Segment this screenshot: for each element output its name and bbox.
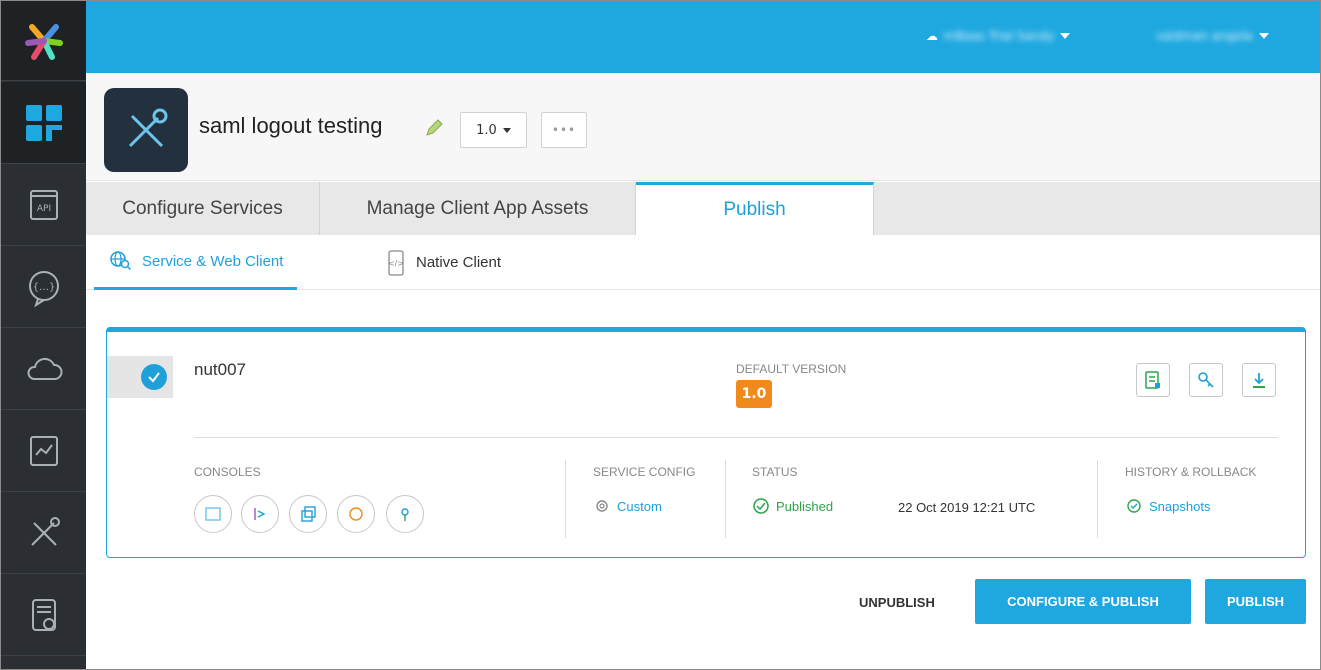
chat-code-icon: {…} [28, 270, 59, 307]
consoles-label: CONSOLES [194, 465, 261, 479]
broadcast-icon [401, 508, 409, 521]
history-icon [1127, 499, 1141, 513]
gear-icon [596, 500, 608, 512]
edit-pencil-icon[interactable] [423, 117, 445, 139]
cloud-icon: ☁ [926, 29, 938, 43]
more-options-button[interactable]: ••• [541, 112, 587, 148]
status-label: STATUS [752, 465, 798, 479]
main-tabs: Configure Services Manage Client App Ass… [86, 182, 1320, 235]
kony-logo-icon [24, 23, 63, 60]
sidebar-item-dashboard[interactable] [1, 82, 86, 164]
document-settings-button[interactable] [1136, 363, 1170, 397]
tab-publish[interactable]: Publish [636, 182, 874, 235]
user-name: vaidman angela [1156, 29, 1253, 43]
status-value: Published [776, 498, 834, 514]
service-config-link[interactable]: Custom [593, 497, 662, 515]
select-service-checkbox[interactable] [107, 356, 173, 398]
unpublish-button[interactable]: UNPUBLISH [859, 595, 935, 610]
history-value: Snapshots [1149, 498, 1211, 514]
app-frame: API {…} ☁ mBaas Trial Sandy vaidman ange… [0, 0, 1321, 670]
app-header: saml logout testing 1.0 ••• [86, 73, 1320, 181]
section-divider [725, 460, 726, 538]
top-bar: ☁ mBaas Trial Sandy vaidman angela [86, 1, 1320, 73]
user-menu[interactable]: vaidman angela [1156, 29, 1269, 43]
api-icon: API [29, 189, 58, 220]
history-label: HISTORY & ROLLBACK [1125, 465, 1257, 479]
sidebar-item-services[interactable]: {…} [1, 246, 86, 328]
sidebar-item-cloud[interactable] [1, 328, 86, 410]
console-button-copy[interactable] [289, 495, 327, 533]
cloud-account-menu[interactable]: ☁ mBaas Trial Sandy [926, 29, 1071, 43]
section-divider [565, 460, 566, 538]
mobile-code-icon: </> [388, 249, 404, 276]
chevron-down-icon [1060, 33, 1071, 39]
version-badge: 1.0 [736, 380, 772, 408]
subtab-label: Native Client [416, 254, 502, 271]
cloud-icon [27, 357, 62, 380]
brand-logo[interactable] [1, 1, 86, 81]
console-button-broadcast[interactable] [386, 495, 424, 533]
tab-manage-client-app-assets[interactable]: Manage Client App Assets [320, 182, 636, 235]
section-divider [1097, 460, 1098, 538]
app-icon [104, 88, 188, 172]
dashboard-icon [25, 104, 62, 141]
svg-text:{…}: {…} [32, 282, 55, 293]
snapshots-link[interactable]: Snapshots [1125, 497, 1210, 515]
service-config-value: Custom [617, 498, 662, 514]
cloud-account-name: mBaas Trial Sandy [944, 29, 1055, 43]
api-console-icon [205, 507, 221, 521]
download-button[interactable] [1242, 363, 1276, 397]
sub-tabs: Service & Web Client </> Native Client [86, 235, 1320, 290]
copy-icon [301, 506, 316, 522]
key-icon [1198, 372, 1214, 388]
sync-icon [349, 507, 363, 521]
key-button[interactable] [1189, 363, 1223, 397]
version-dropdown[interactable]: 1.0 [460, 112, 527, 148]
tools-icon [30, 516, 60, 546]
svg-text:</>: </> [388, 259, 404, 268]
service-config-label: SERVICE CONFIG [593, 465, 696, 479]
document-list-icon [1145, 371, 1160, 389]
status-indicator: Published [752, 497, 833, 515]
publish-button[interactable]: PUBLISH [1205, 579, 1306, 624]
check-icon [141, 364, 167, 390]
configure-publish-button[interactable]: CONFIGURE & PUBLISH [975, 579, 1191, 624]
sidebar-item-api[interactable]: API [1, 164, 86, 246]
sidebar: API {…} [1, 1, 86, 669]
globe-search-icon [110, 251, 132, 271]
subtab-native-client[interactable]: </> Native Client [386, 235, 501, 290]
flow-icon [254, 508, 266, 520]
tools-icon [128, 108, 168, 148]
check-circle-icon [753, 498, 769, 514]
version-label: 1.0 [476, 122, 497, 138]
sidebar-item-docs[interactable] [1, 574, 86, 656]
document-icon [31, 598, 56, 631]
chevron-down-icon [502, 127, 511, 133]
subtab-label: Service & Web Client [142, 252, 284, 270]
sidebar-item-analytics[interactable] [1, 410, 86, 492]
publish-timestamp: 22 Oct 2019 12:21 UTC [898, 500, 1036, 515]
subtab-service-web-client[interactable]: Service & Web Client [94, 235, 298, 290]
chevron-down-icon [1258, 33, 1269, 39]
service-name: nut007 [194, 360, 246, 379]
sidebar-item-tools[interactable] [1, 492, 86, 574]
app-title: saml logout testing [199, 113, 383, 138]
default-version-label: DEFAULT VERSION [736, 362, 847, 376]
service-card: nut007 DEFAULT VERSION 1.0 CONSOLES SERV… [106, 327, 1306, 558]
download-icon [1253, 373, 1265, 388]
console-button-sync[interactable] [337, 495, 375, 533]
svg-text:API: API [36, 204, 50, 214]
tab-configure-services[interactable]: Configure Services [86, 182, 320, 235]
console-button-api[interactable] [194, 495, 232, 533]
analytics-icon [29, 435, 58, 466]
card-divider [194, 437, 1278, 438]
console-button-flow[interactable] [241, 495, 279, 533]
